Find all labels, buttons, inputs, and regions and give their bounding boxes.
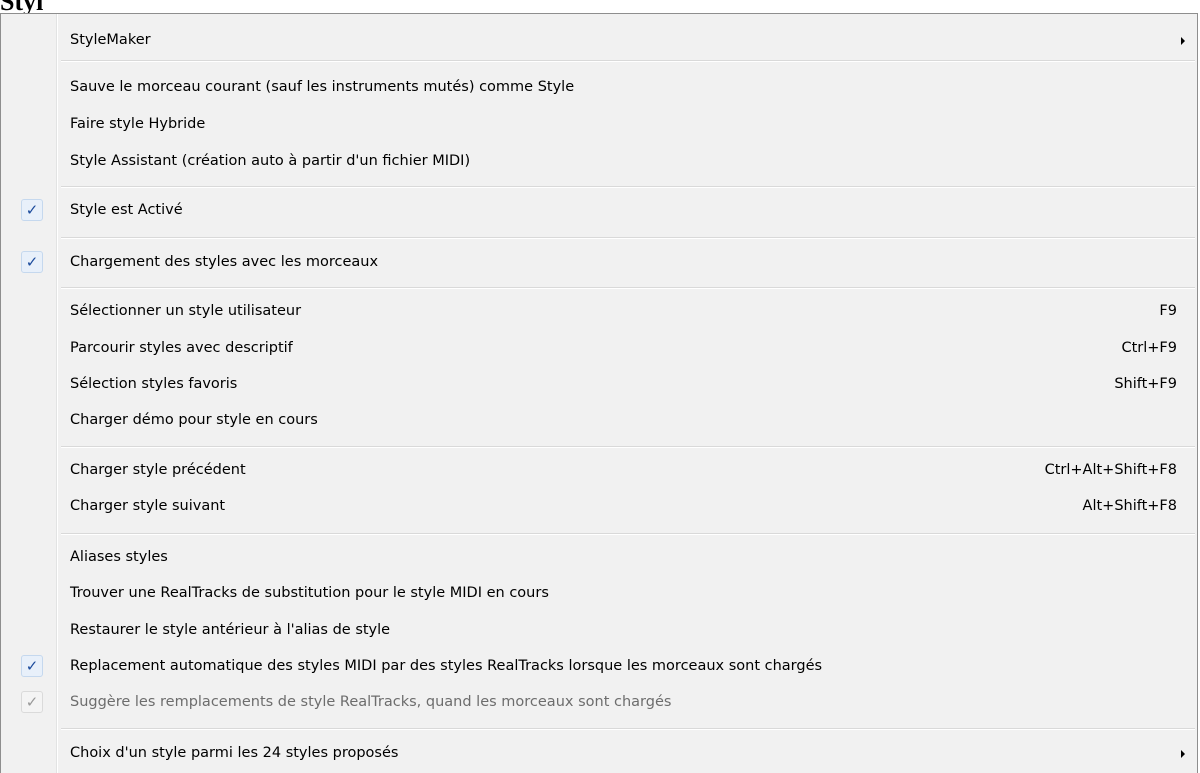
shortcut-label: Shift+F9: [1114, 376, 1177, 392]
menu-item-label: StyleMaker: [70, 32, 151, 48]
menu-item-label: Suggère les remplacements de style RealT…: [70, 694, 672, 710]
menu-item-select-user-style[interactable]: Sélectionner un style utilisateur F9: [1, 299, 1197, 324]
menu-item-label: Sélection styles favoris: [70, 376, 238, 392]
menu-item-save-as-style[interactable]: Sauve le morceau courant (sauf les instr…: [1, 75, 1197, 100]
menu-item-restore-previous-style[interactable]: Restaurer le style antérieur à l'alias d…: [1, 618, 1197, 643]
menu-item-label: Restaurer le style antérieur à l'alias d…: [70, 622, 391, 638]
menu-item-browse-styles[interactable]: Parcourir styles avec descriptif Ctrl+F9: [1, 336, 1197, 361]
menu-item-label: Choix d'un style parmi les 24 styles pro…: [70, 745, 399, 761]
menu-item-suggest-realtracks-replacements: ✓ Suggère les remplacements de style Rea…: [1, 690, 1197, 715]
menu-item-next-style[interactable]: Charger style suivant Alt+Shift+F8: [1, 494, 1197, 519]
menu-item-label: Faire style Hybride: [70, 116, 206, 132]
menu-item-style-enabled[interactable]: ✓ Style est Activé: [1, 198, 1197, 223]
menu-item-stylemaker[interactable]: StyleMaker: [1, 28, 1197, 53]
menu-item-label: Style est Activé: [70, 202, 183, 218]
menu-item-label: Aliases styles: [70, 549, 168, 565]
shortcut-label: Alt+Shift+F8: [1082, 498, 1177, 514]
style-menu: StyleMaker Sauve le morceau courant (sau…: [0, 13, 1198, 773]
menu-separator: [61, 287, 1195, 289]
menu-item-choose-from-24-styles[interactable]: Choix d'un style parmi les 24 styles pro…: [1, 741, 1197, 766]
checkmark-icon: ✓: [21, 199, 43, 221]
menu-item-hybrid-style[interactable]: Faire style Hybride: [1, 112, 1197, 137]
checkmark-icon: ✓: [21, 251, 43, 273]
menu-item-label: Replacement automatique des styles MIDI …: [70, 658, 823, 674]
menu-item-style-aliases[interactable]: Aliases styles: [1, 545, 1197, 570]
menu-separator: [61, 186, 1195, 188]
menu-item-label: Parcourir styles avec descriptif: [70, 340, 293, 356]
menu-item-load-demo[interactable]: Charger démo pour style en cours: [1, 408, 1197, 433]
shortcut-label: F9: [1159, 303, 1177, 319]
menu-item-label: Style Assistant (création auto à partir …: [70, 153, 471, 169]
checkmark-icon: ✓: [21, 691, 43, 713]
menu-item-label: Sélectionner un style utilisateur: [70, 303, 302, 319]
shortcut-label: Ctrl+Alt+Shift+F8: [1044, 462, 1177, 478]
menu-separator: [61, 533, 1195, 535]
menu-item-previous-style[interactable]: Charger style précédent Ctrl+Alt+Shift+F…: [1, 458, 1197, 483]
menu-item-label: Charger démo pour style en cours: [70, 412, 318, 428]
menu-item-label: Sauve le morceau courant (sauf les instr…: [70, 79, 575, 95]
menu-separator: [61, 237, 1195, 239]
menu-item-load-styles-with-songs[interactable]: ✓ Chargement des styles avec les morceau…: [1, 250, 1197, 275]
shortcut-label: Ctrl+F9: [1121, 340, 1177, 356]
menu-item-label: Charger style suivant: [70, 498, 226, 514]
submenu-arrow-icon: [1181, 37, 1185, 45]
checkmark-icon: ✓: [21, 655, 43, 677]
menu-item-label: Chargement des styles avec les morceaux: [70, 254, 379, 270]
menu-item-label: Charger style précédent: [70, 462, 246, 478]
submenu-arrow-icon: [1181, 750, 1185, 758]
menu-item-favorite-styles[interactable]: Sélection styles favoris Shift+F9: [1, 372, 1197, 397]
menu-item-find-realtracks-substitute[interactable]: Trouver une RealTracks de substitution p…: [1, 581, 1197, 606]
menu-item-style-assistant[interactable]: Style Assistant (création auto à partir …: [1, 149, 1197, 174]
menu-separator: [61, 446, 1195, 448]
menu-separator: [61, 728, 1195, 730]
menu-item-label: Trouver une RealTracks de substitution p…: [70, 585, 549, 601]
menu-separator: [61, 60, 1195, 62]
menu-item-auto-replace-midi-styles[interactable]: ✓ Replacement automatique des styles MID…: [1, 654, 1197, 679]
